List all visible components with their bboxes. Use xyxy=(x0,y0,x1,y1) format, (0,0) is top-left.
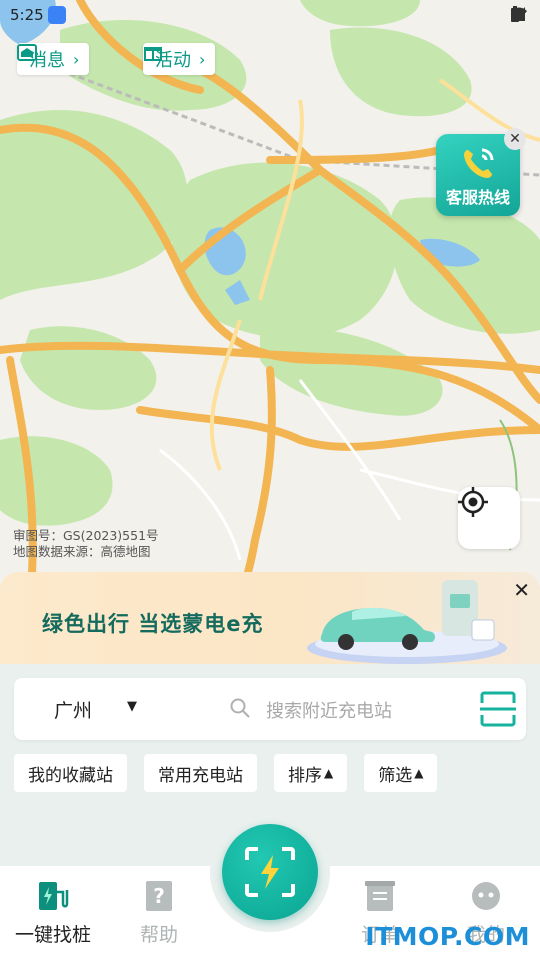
nav-label: 帮助 xyxy=(139,924,178,946)
search-input[interactable]: 搜索附近充电站 xyxy=(266,697,392,723)
nav-label: 一键找桩 xyxy=(14,924,91,946)
ev-charging-illustration xyxy=(307,580,507,664)
city-selector[interactable]: 广州 xyxy=(54,696,92,723)
search-icon xyxy=(230,698,250,718)
locate-me-button[interactable] xyxy=(458,487,520,549)
status-bar: 5:25 xyxy=(0,0,540,30)
activity-chip[interactable]: 活动 › xyxy=(143,43,216,75)
message-chip[interactable]: 消息 › xyxy=(17,43,90,75)
crosshair-icon xyxy=(458,487,488,517)
banner-close-icon[interactable]: ✕ xyxy=(513,578,530,602)
status-time: 5:25 xyxy=(10,6,44,24)
hotline-close-icon[interactable]: ✕ xyxy=(504,128,526,150)
filter-button[interactable]: 筛选 ▲ xyxy=(364,754,438,792)
caret-up-icon: ▲ xyxy=(414,766,424,780)
app-notification-icon xyxy=(48,6,66,24)
sort-button[interactable]: 排序 ▲ xyxy=(274,754,348,792)
caret-up-icon: ▲ xyxy=(324,766,334,780)
message-icon xyxy=(17,44,37,61)
customer-service-hotline-button[interactable]: 客服热线 ✕ xyxy=(436,128,526,216)
map-attribution: 审图号：GS(2023)551号 地图数据来源：高德地图 xyxy=(13,528,159,560)
attribution-approval-number: 审图号：GS(2023)551号 xyxy=(13,528,159,543)
scan-charge-button[interactable] xyxy=(222,824,318,920)
phone-call-icon xyxy=(464,148,494,178)
caret-down-icon[interactable]: ▼ xyxy=(127,699,137,714)
order-icon xyxy=(365,881,395,911)
scan-code-icon[interactable] xyxy=(480,691,516,727)
filter-row: 我的收藏站 常用充电站 排序 ▲ 筛选 ▲ xyxy=(14,754,438,792)
scan-lightning-icon xyxy=(245,847,295,897)
hotline-label: 客服热线 xyxy=(445,188,510,207)
gift-icon xyxy=(144,47,162,61)
help-icon: ? xyxy=(146,881,172,911)
search-bar: 广州 ▼ 搜索附近充电站 xyxy=(14,678,526,740)
nav-find-charger[interactable]: 一键找桩 xyxy=(3,880,103,947)
promo-banner[interactable]: 绿色出行 当选蒙电e充 ✕ xyxy=(0,572,540,664)
chevron-right-icon: › xyxy=(73,49,80,69)
svg-text:?: ? xyxy=(153,884,165,908)
battery-icon xyxy=(511,6,519,22)
map-view[interactable]: 5:25 消息 › 活动 › 客服热线 ✕ 审图号：GS(2023)551号 地… xyxy=(0,0,540,600)
nav-help[interactable]: ? 帮助 xyxy=(109,880,209,947)
charging-pile-icon xyxy=(39,882,69,910)
attribution-data-source: 地图数据来源：高德地图 xyxy=(13,544,151,559)
favorite-stations-button[interactable]: 我的收藏站 xyxy=(14,754,127,792)
chevron-right-icon: › xyxy=(199,49,206,69)
frequent-stations-button[interactable]: 常用充电站 xyxy=(144,754,257,792)
profile-icon xyxy=(472,882,500,910)
watermark: ITMOP.COM xyxy=(365,922,530,951)
banner-slogan: 绿色出行 当选蒙电e充 xyxy=(42,612,264,636)
